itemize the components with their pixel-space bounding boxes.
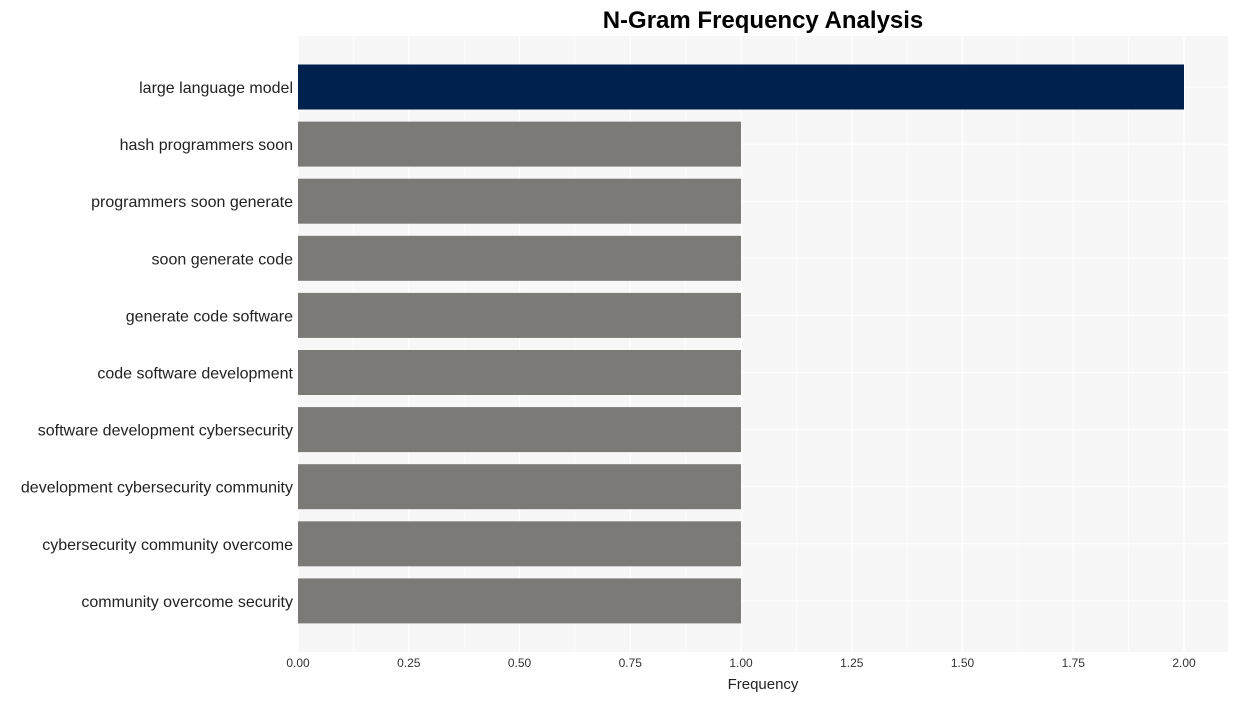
- y-tick-label: code software development: [97, 366, 293, 383]
- bar: [298, 407, 741, 453]
- bar: [298, 292, 741, 338]
- y-tick-label: development cybersecurity community: [21, 480, 293, 497]
- y-tick-label: large language model: [139, 80, 293, 97]
- chart-title: N-Gram Frequency Analysis: [603, 7, 924, 34]
- bar: [298, 521, 741, 567]
- x-tick-label: 0.25: [397, 656, 421, 670]
- x-axis-label: Frequency: [728, 676, 799, 693]
- bar: [298, 464, 741, 510]
- bar: [298, 578, 741, 624]
- x-tick-label: 0.75: [619, 656, 643, 670]
- x-tick-label: 1.00: [729, 656, 753, 670]
- y-tick-label: soon generate code: [152, 251, 294, 268]
- bar: [298, 178, 741, 224]
- y-tick-label: community overcome security: [81, 594, 293, 611]
- bar: [298, 121, 741, 167]
- bar: [298, 350, 741, 395]
- x-tick-label: 1.50: [951, 656, 975, 670]
- y-tick-label: software development cybersecurity: [38, 423, 293, 440]
- y-tick-label: programmers soon generate: [91, 194, 293, 211]
- ngram-chart: N-Gram Frequency Analysis large language…: [21, 7, 1228, 693]
- x-tick-label: 1.75: [1062, 656, 1086, 670]
- bar: [298, 235, 741, 281]
- x-tick-label: 2.00: [1172, 656, 1196, 670]
- y-tick-label: cybersecurity community overcome: [42, 537, 293, 554]
- bar: [298, 64, 1184, 110]
- x-axis-ticks: 0.00 0.25 0.50 0.75 1.00 1.25 1.50 1.75 2.00: [286, 656, 1196, 670]
- x-tick-label: 0.50: [508, 656, 532, 670]
- y-tick-label: generate code software: [126, 308, 293, 325]
- y-tick-label: hash programmers soon: [120, 137, 293, 154]
- x-tick-label: 0.00: [286, 656, 310, 670]
- x-tick-label: 1.25: [840, 656, 864, 670]
- y-axis-labels: large language model hash programmers soo…: [21, 80, 294, 611]
